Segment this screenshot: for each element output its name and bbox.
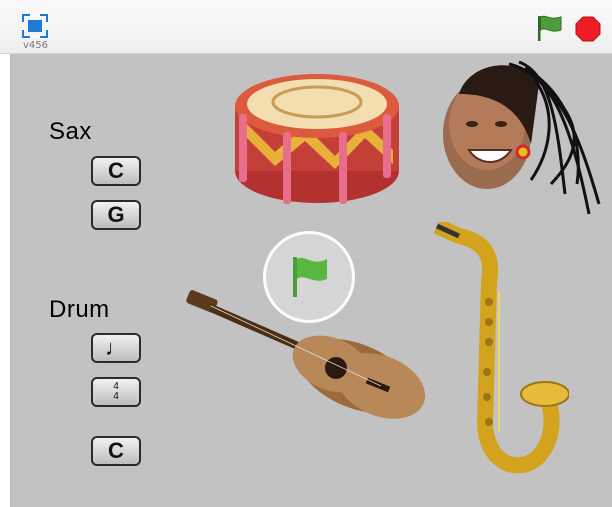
fullscreen-icon xyxy=(22,14,48,38)
stop-icon xyxy=(575,16,601,42)
project-player: v456 Sax C G Drum ♩ 4 4 C xyxy=(0,0,612,507)
drum-label: Drum xyxy=(49,296,110,323)
sax-g-key[interactable]: G xyxy=(91,200,141,230)
time-signature-bottom: 4 xyxy=(113,391,119,402)
drum-quarter-note-key[interactable]: ♩ xyxy=(91,333,141,363)
drum-sprite[interactable] xyxy=(225,66,407,210)
drum-c-key[interactable]: C xyxy=(91,436,141,466)
fullscreen-button[interactable] xyxy=(22,14,48,38)
start-overlay-button[interactable] xyxy=(263,231,355,323)
version-label: v456 xyxy=(23,40,49,51)
stage[interactable]: Sax C G Drum ♩ 4 4 C xyxy=(10,54,612,507)
sax-c-key[interactable]: C xyxy=(91,156,141,186)
drum-time-signature-key[interactable]: 4 4 xyxy=(91,377,141,407)
player-toolbar: v456 xyxy=(0,0,612,54)
green-flag-icon xyxy=(538,15,562,41)
sax-label: Sax xyxy=(49,118,92,145)
green-flag-button[interactable] xyxy=(534,13,564,43)
saxophone-sprite[interactable] xyxy=(429,222,569,492)
musician-sprite[interactable] xyxy=(439,54,611,224)
green-flag-icon xyxy=(293,257,327,297)
stop-button[interactable] xyxy=(574,15,602,43)
